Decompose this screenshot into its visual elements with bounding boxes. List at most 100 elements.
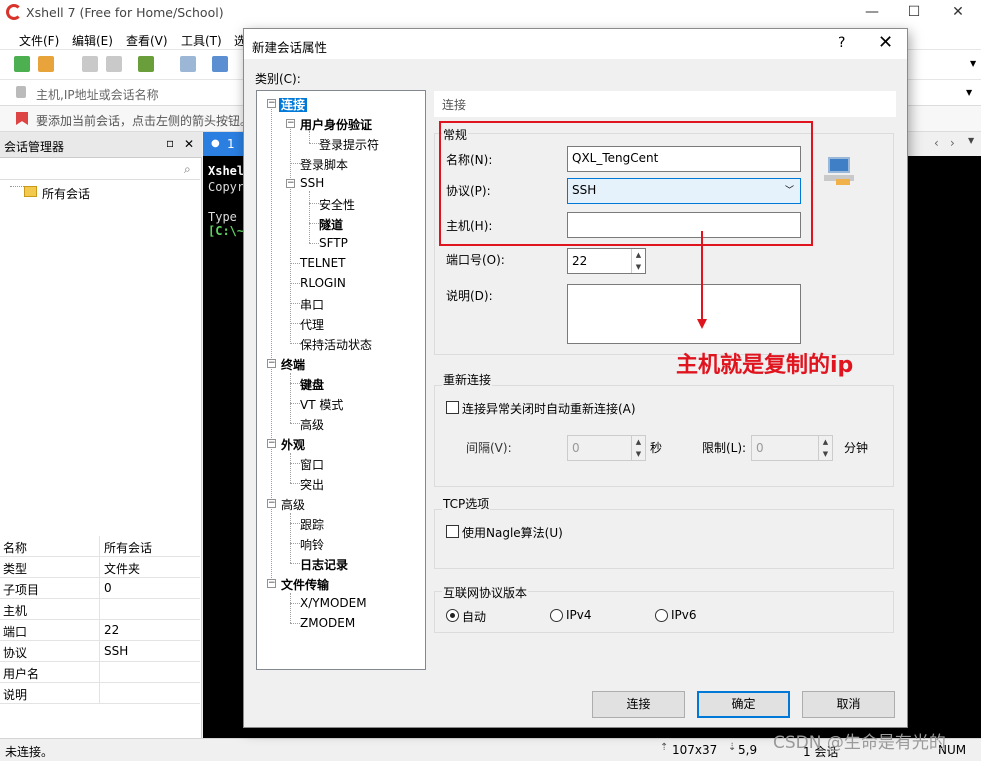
limit-stepper[interactable]: 0 ▲ ▼ — [751, 435, 833, 461]
tab-next-icon[interactable]: › — [950, 136, 955, 150]
interval-stepper[interactable]: 0 ▲ ▼ — [567, 435, 646, 461]
new-session-icon[interactable] — [14, 56, 30, 72]
menu-file[interactable]: 文件(F) — [19, 32, 59, 49]
minimize-button[interactable]: — — [860, 2, 884, 22]
expand-toggle-icon[interactable]: − — [267, 439, 276, 448]
tree-node-advanced[interactable]: 高级 — [281, 496, 305, 513]
tree-node-serial[interactable]: 串口 — [300, 296, 324, 313]
find-icon[interactable] — [180, 56, 196, 72]
session-manager-header: 会话管理器 ▫ ✕ — [0, 132, 202, 158]
cursor-icon: ⇣ — [728, 742, 737, 753]
table-row: 用户名 — [0, 662, 200, 683]
window-close-button[interactable]: ✕ — [946, 2, 970, 22]
table-row: 端口 22 — [0, 620, 200, 641]
table-row: 名称 所有会话 — [0, 536, 200, 557]
tree-node-ssh[interactable]: SSH — [300, 176, 324, 190]
expand-toggle-icon[interactable]: − — [267, 99, 276, 108]
toolbar-overflow-icon[interactable]: ▼ — [970, 59, 976, 68]
tree-node-file-transfer[interactable]: 文件传输 — [281, 576, 329, 593]
unlink-icon[interactable] — [106, 56, 122, 72]
link-icon[interactable] — [82, 56, 98, 72]
tree-node-keepalive[interactable]: 保持活动状态 — [300, 336, 372, 353]
reconnect-group-label: 重新连接 — [442, 371, 493, 388]
session-search-input[interactable]: ⌕ — [0, 160, 200, 180]
tree-node-connection[interactable]: 连接 — [279, 96, 308, 113]
up-arrow-icon: ▲ — [822, 438, 829, 446]
port-stepper[interactable]: 22 ▲ ▼ — [567, 248, 646, 274]
help-button[interactable]: ? — [838, 35, 845, 51]
tree-node-appearance[interactable]: 外观 — [281, 436, 305, 453]
expand-toggle-icon[interactable]: − — [267, 359, 276, 368]
tree-node-terminal-advanced[interactable]: 高级 — [300, 416, 324, 433]
expand-toggle-icon[interactable]: − — [267, 499, 276, 508]
connection-status: 未连接。 — [5, 745, 54, 759]
limit-label: 限制(L): — [702, 441, 747, 455]
tree-node-security[interactable]: 安全性 — [319, 196, 355, 213]
tree-node-login-script[interactable]: 登录脚本 — [300, 156, 348, 173]
tree-node-telnet[interactable]: TELNET — [300, 256, 346, 270]
maximize-button[interactable]: ☐ — [902, 2, 926, 22]
tree-node-proxy[interactable]: 代理 — [300, 316, 324, 333]
session-tree-root[interactable]: 所有会话 — [42, 185, 90, 202]
pin-icon[interactable]: ▫ — [166, 136, 174, 150]
tree-node-xymodem[interactable]: X/YMODEM — [300, 596, 367, 610]
expand-toggle-icon[interactable]: − — [286, 179, 295, 188]
table-row: 协议 SSH — [0, 641, 200, 662]
ip-auto-radio[interactable] — [446, 609, 459, 622]
tree-node-logging[interactable]: 日志记录 — [300, 556, 348, 573]
nagle-checkbox[interactable] — [446, 525, 459, 538]
tab-prev-icon[interactable]: ‹ — [934, 136, 939, 150]
properties-icon[interactable] — [138, 56, 154, 72]
cancel-button[interactable]: 取消 — [802, 691, 895, 718]
ipv4-radio[interactable] — [550, 609, 563, 622]
address-dropdown-icon[interactable]: ▼ — [966, 88, 972, 97]
tree-node-zmodem[interactable]: ZMODEM — [300, 616, 355, 630]
description-field[interactable] — [567, 284, 801, 344]
ok-button[interactable]: 确定 — [697, 691, 790, 718]
table-row: 子项目 0 — [0, 578, 200, 599]
tree-node-tunnel[interactable]: 隧道 — [319, 216, 343, 233]
ipv6-radio[interactable] — [655, 609, 668, 622]
annotation-text: 主机就是复制的ip — [676, 353, 854, 378]
terminal-line: Copyr — [208, 180, 245, 194]
tree-node-window[interactable]: 窗口 — [300, 456, 324, 473]
menu-view[interactable]: 查看(V) — [126, 32, 168, 49]
layout-icon[interactable] — [212, 56, 228, 72]
auto-reconnect-checkbox[interactable] — [446, 401, 459, 414]
xshell-logo-icon — [6, 4, 22, 20]
menu-tools[interactable]: 工具(T) — [181, 32, 222, 49]
tree-node-auth[interactable]: 用户身份验证 — [300, 116, 372, 133]
tree-node-vt-mode[interactable]: VT 模式 — [300, 396, 343, 413]
description-label: 说明(D): — [446, 289, 493, 303]
expand-toggle-icon[interactable]: − — [267, 579, 276, 588]
tree-node-bell[interactable]: 响铃 — [300, 536, 324, 553]
category-tree: − 连接 − 用户身份验证 登录提示符 登录脚本 − SSH 安全性 隧道 SF… — [256, 90, 426, 670]
ipv4-label: IPv4 — [566, 608, 592, 622]
tcp-options-label: TCP选项 — [442, 495, 491, 512]
panel-close-button[interactable]: ✕ — [184, 137, 194, 151]
tree-node-trace[interactable]: 跟踪 — [300, 516, 324, 533]
tree-node-highlight[interactable]: 突出 — [300, 476, 324, 493]
dialog-close-button[interactable]: ✕ — [878, 32, 893, 53]
tree-node-login-prompt[interactable]: 登录提示符 — [319, 136, 379, 153]
ip-auto-label: 自动 — [462, 610, 487, 624]
tree-node-rlogin[interactable]: RLOGIN — [300, 276, 346, 290]
menu-edit[interactable]: 编辑(E) — [72, 32, 113, 49]
connect-button[interactable]: 连接 — [592, 691, 685, 718]
tree-node-keyboard[interactable]: 键盘 — [300, 376, 324, 393]
watermark: CSDN @生命是有光的 — [773, 733, 946, 753]
open-folder-icon[interactable] — [38, 56, 54, 72]
tree-node-sftp[interactable]: SFTP — [319, 236, 348, 250]
session-properties-dialog: 新建会话属性 ? ✕ 类别(C): − 连接 − 用户身份验证 登录提示符 登录… — [243, 28, 908, 728]
terminal-tab[interactable]: ● 1 — [203, 132, 243, 156]
tree-node-terminal[interactable]: 终端 — [281, 356, 305, 373]
expand-toggle-icon[interactable]: − — [286, 119, 295, 128]
tab-menu-icon[interactable]: ▼ — [968, 136, 974, 145]
session-manager-panel: 会话管理器 ▫ ✕ ⌕ 所有会话 名称 所有会话 类型 文件夹 子项目 0 主机 端口… — [0, 132, 202, 738]
session-manager-title: 会话管理器 — [4, 140, 65, 154]
app-title: Xshell 7 (Free for Home/School) — [26, 5, 224, 20]
annotation-highlight-box — [439, 121, 813, 246]
table-row: 说明 — [0, 683, 200, 704]
cursor-position: 5,9 — [738, 743, 758, 757]
address-input[interactable]: 主机,IP地址或会话名称 — [36, 86, 159, 103]
